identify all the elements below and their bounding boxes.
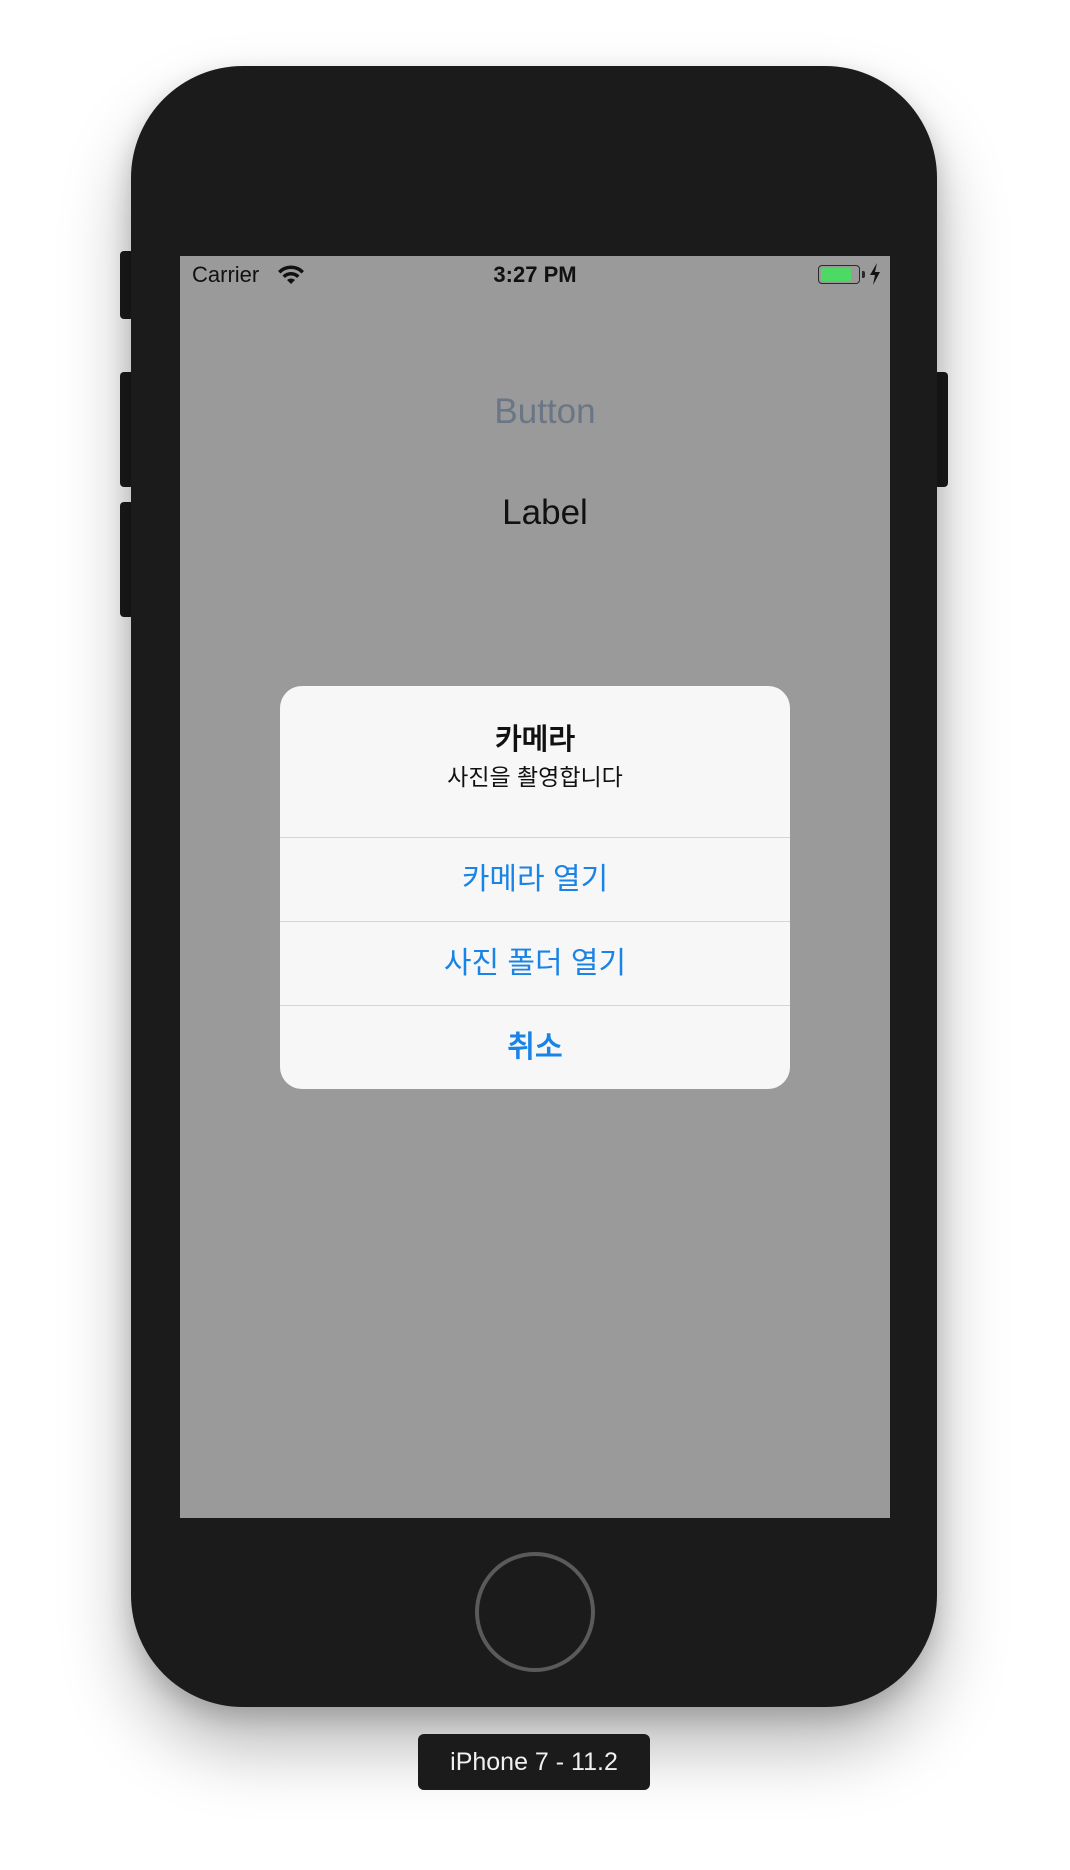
- alert-header: 카메라 사진을 촬영합니다: [280, 686, 790, 838]
- battery-tip: [862, 271, 865, 278]
- app-button[interactable]: Button: [180, 392, 890, 432]
- battery-icon: [818, 265, 860, 284]
- bolt-icon: [870, 263, 880, 285]
- status-time: 3:27 PM: [493, 262, 577, 287]
- phone-screen: Carrier 3:27 PM Button Label 카메라 사진을 촬영합…: [180, 256, 890, 1518]
- alert-title: 카메라: [494, 724, 576, 756]
- alert-dialog: 카메라 사진을 촬영합니다 카메라 열기 사진 폴더 열기 취소: [280, 686, 790, 1089]
- home-button[interactable]: [475, 1552, 595, 1672]
- alert-message: 사진을 촬영합니다: [447, 764, 623, 790]
- status-bar: Carrier 3:27 PM: [180, 256, 890, 296]
- cancel-button[interactable]: 취소: [280, 1006, 790, 1089]
- simulator-stage: Carrier 3:27 PM Button Label 카메라 사진을 촬영합…: [0, 0, 1070, 1870]
- open-photo-folder-button[interactable]: 사진 폴더 열기: [280, 922, 790, 1006]
- battery-level: [821, 268, 851, 281]
- open-camera-button[interactable]: 카메라 열기: [280, 838, 790, 922]
- app-label: Label: [502, 493, 588, 532]
- device-name-tag: iPhone 7 - 11.2: [418, 1734, 650, 1790]
